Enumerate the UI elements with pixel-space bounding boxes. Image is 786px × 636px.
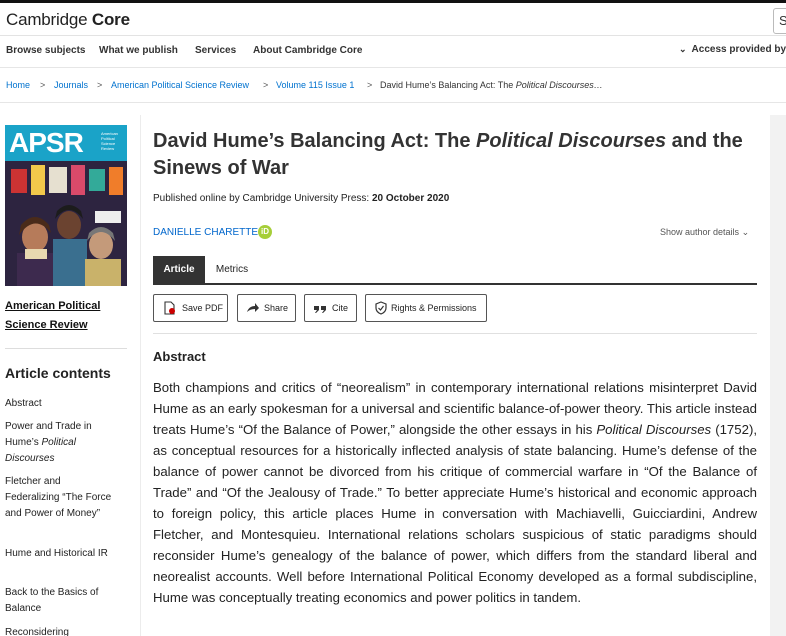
nav-browse-subjects[interactable]: Browse subjects xyxy=(6,45,85,56)
rights-permissions-label: Rights & Permissions xyxy=(391,303,477,313)
tab-metrics[interactable]: Metrics xyxy=(206,256,258,283)
breadcrumb-separator: > xyxy=(367,80,373,90)
share-icon xyxy=(247,303,259,312)
chevron-down-icon: ⌄ xyxy=(741,227,750,237)
breadcrumb-separator: > xyxy=(97,80,103,90)
pdf-icon xyxy=(164,301,175,315)
contents-item-basics-of-balance[interactable]: Back to the Basics of Balance xyxy=(5,585,117,617)
contents-item-fletcher[interactable]: Fletcher and Federalizing “The Force and… xyxy=(5,474,117,522)
nav-what-we-publish[interactable]: What we publish xyxy=(99,45,178,56)
search-input[interactable]: S xyxy=(773,8,786,34)
abstract-heading: Abstract xyxy=(153,349,206,364)
rights-permissions-button[interactable]: Rights & Permissions xyxy=(365,294,487,322)
abstract-text: Both champions and critics of “neorealis… xyxy=(153,380,757,605)
column-divider xyxy=(140,115,141,636)
author-name-link[interactable]: DANIELLE CHARETTE xyxy=(153,227,258,238)
contents-item-abstract[interactable]: Abstract xyxy=(5,396,117,412)
shield-icon xyxy=(375,301,387,315)
cambridge-core-logo[interactable]: Cambridge Core xyxy=(6,10,130,30)
save-pdf-label: Save PDF xyxy=(182,303,224,313)
top-bar: Cambridge Core S xyxy=(0,0,786,36)
main-nav: Browse subjects What we publish Services… xyxy=(0,36,786,68)
article-title: David Hume’s Balancing Act: The Politica… xyxy=(153,130,743,179)
breadcrumb-issue[interactable]: Volume 115 Issue 1 xyxy=(276,80,354,90)
journal-link[interactable]: American Political Science Review xyxy=(5,297,125,335)
section-divider xyxy=(153,333,757,334)
breadcrumb-separator: > xyxy=(40,80,46,90)
contents-item-power-and-trade[interactable]: Power and Trade in Hume’s Political Disc… xyxy=(5,419,117,467)
sidebar-divider xyxy=(5,348,127,349)
breadcrumb-home[interactable]: Home xyxy=(6,80,30,90)
breadcrumb-separator: > xyxy=(263,80,269,90)
breadcrumb-journal[interactable]: American Political Science Review xyxy=(111,80,249,90)
share-label: Share xyxy=(264,303,289,313)
right-panel-strip xyxy=(770,115,786,636)
contents-item-reconsidering[interactable]: Reconsidering xyxy=(5,625,117,636)
cover-illustration xyxy=(5,161,127,286)
chevron-down-icon: ⌄ xyxy=(679,44,687,54)
article-contents-title: Article contents xyxy=(5,365,111,381)
breadcrumb: Home > Journals > American Political Sci… xyxy=(0,68,786,103)
tab-article[interactable]: Article xyxy=(153,256,205,283)
nav-services[interactable]: Services xyxy=(195,45,236,56)
cite-label: Cite xyxy=(332,303,349,313)
contents-item-historical-ir[interactable]: Hume and Historical IR xyxy=(5,546,117,562)
save-pdf-button[interactable]: Save PDF xyxy=(153,294,228,322)
orcid-icon[interactable]: iD xyxy=(258,225,272,239)
access-provided-by[interactable]: ⌄ Access provided by xyxy=(679,44,786,55)
quote-icon xyxy=(314,306,326,313)
breadcrumb-current: David Hume’s Balancing Act: The Politica… xyxy=(380,80,603,90)
nav-about[interactable]: About Cambridge Core xyxy=(253,45,362,56)
show-author-details-toggle[interactable]: Show author details ⌄ xyxy=(660,227,749,238)
share-button[interactable]: Share xyxy=(237,294,296,322)
cite-button[interactable]: Cite xyxy=(304,294,357,322)
tab-underline xyxy=(153,283,757,285)
breadcrumb-journals[interactable]: Journals xyxy=(54,80,88,90)
published-info: Published online by Cambridge University… xyxy=(153,193,450,204)
journal-cover-image[interactable]: APSR American Political Science Review xyxy=(5,125,127,286)
